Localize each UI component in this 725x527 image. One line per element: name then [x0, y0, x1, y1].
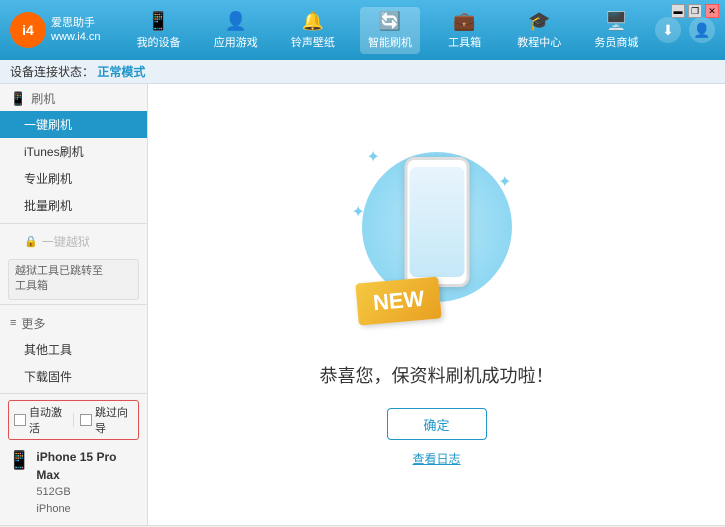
more-section-icon: ≡ [10, 317, 16, 329]
apps-games-icon: 👤 [224, 11, 246, 32]
nav-tabs: 📱 我的设备 👤 应用游戏 🔔 铃声壁纸 🔄 智能刷机 💼 工具箱 🎓 [120, 7, 655, 54]
tutorial-icon: 🎓 [528, 11, 550, 32]
logo-text: 爱思助手 www.i4.cn [51, 16, 101, 45]
logo-area: i4 爱思助手 www.i4.cn [10, 12, 120, 48]
sidebar-warning-box: 越狱工具已跳转至 工具箱 [8, 259, 139, 300]
auto-activate-checkbox[interactable] [14, 414, 26, 426]
phone-device [404, 157, 469, 287]
my-device-icon: 📱 [147, 11, 169, 32]
business-icon: 🖥️ [605, 11, 627, 32]
main-layout: 📱 刷机 一键刷机 iTunes刷机 专业刷机 批量刷机 🔒 [0, 84, 725, 525]
ringtones-icon: 🔔 [302, 11, 324, 32]
minimize-button[interactable]: ▬ [671, 4, 685, 18]
toolbox-icon: 💼 [453, 11, 475, 32]
checkbox-row: 自动激活 跳过向导 [8, 400, 139, 440]
sparkle-icon-2: ✦ [498, 172, 511, 192]
sidebar-divider-2 [0, 304, 147, 305]
lock-icon: 🔒 [24, 235, 38, 248]
device-info: 📱 iPhone 15 Pro Max 512GB iPhone [8, 446, 139, 519]
smart-flash-icon: 🔄 [379, 11, 401, 32]
device-phone-icon: 📱 [8, 450, 30, 471]
device-name: iPhone 15 Pro Max [36, 448, 139, 484]
logo-icon: i4 [10, 12, 46, 48]
sidebar-item-itunes-flash[interactable]: iTunes刷机 [0, 138, 147, 165]
skip-guide-checkbox[interactable] [80, 414, 92, 426]
window-controls[interactable]: ▬ ❐ ✕ [671, 4, 719, 18]
device-type: iPhone [36, 501, 139, 518]
sidebar-item-one-key-flash[interactable]: 一键刷机 [0, 111, 147, 138]
maximize-button[interactable]: ❐ [688, 4, 702, 18]
sidebar-disabled-jailbreak: 🔒 一键越狱 [0, 228, 147, 255]
sidebar-more-section[interactable]: ≡ 更多 [0, 309, 147, 336]
sidebar-item-other-tools[interactable]: 其他工具 [0, 336, 147, 363]
checkbox-divider [73, 413, 74, 427]
download-icon[interactable]: ⬇ [655, 17, 681, 43]
sidebar-divider-1 [0, 223, 147, 224]
tab-tutorial[interactable]: 🎓 教程中心 [509, 7, 569, 54]
sidebar-item-download-firmware[interactable]: 下载固件 [0, 363, 147, 390]
sparkle-icon-1: ✦ [367, 147, 380, 167]
sidebar-flash-section[interactable]: 📱 刷机 [0, 84, 147, 111]
device-storage: 512GB [36, 484, 139, 501]
device-section: 自动激活 跳过向导 📱 iPhone 15 Pro Max 512GB iPho… [0, 393, 147, 525]
status-label: 正常模式 [97, 65, 145, 79]
close-button[interactable]: ✕ [705, 4, 719, 18]
auto-activate-item[interactable]: 自动激活 [14, 404, 67, 436]
sidebar-content: 📱 刷机 一键刷机 iTunes刷机 专业刷机 批量刷机 🔒 [0, 84, 147, 393]
content-area: NEW ✦ ✦ ✦ 恭喜您，保资料刷机成功啦！ 确定 查看日志 [148, 84, 725, 525]
tab-apps-games[interactable]: 👤 应用游戏 [206, 7, 266, 54]
sparkle-icon-3: ✦ [352, 202, 365, 222]
skip-guide-item[interactable]: 跳过向导 [80, 404, 133, 436]
flash-section-icon: 📱 [10, 91, 26, 107]
status-bar: 设备连接状态： 正常模式 [0, 60, 725, 84]
sidebar-item-pro-flash[interactable]: 专业刷机 [0, 165, 147, 192]
header: i4 爱思助手 www.i4.cn 📱 我的设备 👤 应用游戏 🔔 铃声壁纸 🔄 [0, 0, 725, 60]
device-details: iPhone 15 Pro Max 512GB iPhone [36, 448, 139, 517]
tab-business[interactable]: 🖥️ 务员商城 [586, 7, 646, 54]
log-link[interactable]: 查看日志 [412, 450, 460, 467]
sidebar-item-batch-flash[interactable]: 批量刷机 [0, 192, 147, 219]
new-badge: NEW [355, 276, 442, 325]
tab-smart-flash[interactable]: 🔄 智能刷机 [360, 7, 420, 54]
confirm-button[interactable]: 确定 [387, 408, 487, 440]
tab-toolbox[interactable]: 💼 工具箱 [437, 7, 492, 54]
user-icon[interactable]: 👤 [689, 17, 715, 43]
phone-illustration: NEW ✦ ✦ ✦ [347, 142, 527, 342]
success-text: 恭喜您，保资料刷机成功啦！ [320, 362, 554, 388]
tab-ringtones[interactable]: 🔔 铃声壁纸 [283, 7, 343, 54]
header-right: ⬇ 👤 [655, 17, 715, 43]
phone-screen [409, 167, 464, 277]
sidebar: 📱 刷机 一键刷机 iTunes刷机 专业刷机 批量刷机 🔒 [0, 84, 148, 525]
tab-my-device[interactable]: 📱 我的设备 [129, 7, 189, 54]
